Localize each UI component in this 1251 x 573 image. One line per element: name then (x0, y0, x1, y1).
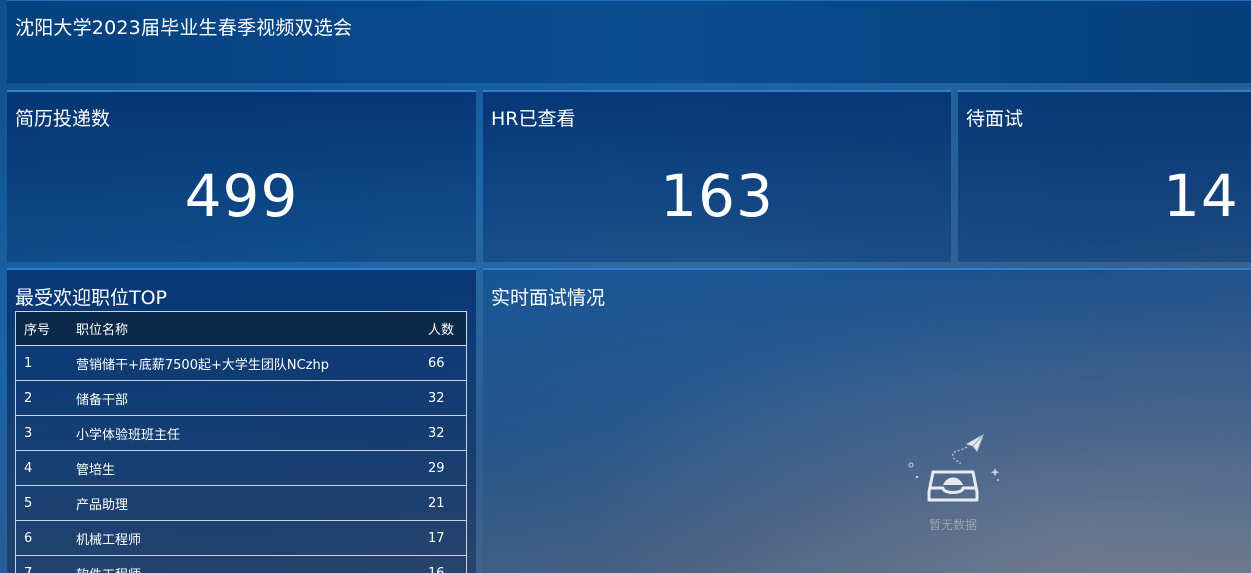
count-cell: 32 (420, 415, 467, 451)
empty-state: 暂无数据 (903, 430, 1003, 533)
stat-label: HR已查看 (491, 108, 576, 130)
column-header: 人数 (420, 311, 467, 346)
count-cell: 21 (420, 485, 467, 521)
count-cell: 16 (420, 555, 467, 573)
title-bar: 沈阳大学2023届毕业生春季视频双选会 (7, 0, 1251, 83)
table-row: 1 营销储干+底薪7500起+大学生团队NCzhp 66 (15, 345, 467, 381)
stat-card-resumes: 简历投递数 499 (7, 90, 476, 262)
stat-label: 待面试 (966, 108, 1024, 130)
count-cell: 17 (420, 520, 467, 556)
count-cell: 66 (420, 345, 467, 381)
stat-label: 简历投递数 (15, 108, 111, 130)
rank-cell: 7 (15, 555, 68, 573)
stat-value: 499 (184, 162, 299, 230)
rank-cell: 4 (15, 450, 68, 486)
stat-value: 163 (660, 162, 774, 230)
count-cell: 32 (420, 380, 467, 416)
rank-cell: 2 (15, 380, 68, 416)
live-interviews-panel: 实时面试情况 暂无数据 (483, 268, 1251, 573)
table-row: 3 小学体验班班主任 32 (15, 415, 467, 451)
job-name-cell: 小学体验班班主任 (68, 415, 420, 451)
column-header: 序号 (15, 311, 68, 346)
empty-inbox-icon (903, 433, 1003, 514)
stat-card-pending-interview: 待面试 14 (958, 90, 1251, 262)
empty-text: 暂无数据 (928, 518, 977, 532)
rank-cell: 6 (15, 520, 68, 556)
job-name-cell: 储备干部 (68, 380, 420, 416)
table-row: 2 储备干部 32 (15, 380, 467, 416)
section-title: 实时面试情况 (491, 287, 606, 309)
table-header-row: 序号 职位名称 人数 (15, 311, 467, 346)
count-cell: 29 (420, 450, 467, 486)
stat-value: 14 (1163, 162, 1239, 230)
table-row: 4 管培生 29 (15, 450, 467, 486)
job-name-cell: 营销储干+底薪7500起+大学生团队NCzhp (68, 345, 420, 381)
job-name-cell: 管培生 (68, 450, 420, 486)
popular-jobs-table: 序号 职位名称 人数 1 营销储干+底薪7500起+大学生团队NCzhp 66 … (15, 311, 467, 573)
rank-cell: 1 (15, 345, 68, 381)
job-name-cell: 机械工程师 (68, 520, 420, 556)
page-title: 沈阳大学2023届毕业生春季视频双选会 (15, 17, 353, 39)
popular-jobs-panel: 最受欢迎职位TOP 序号 职位名称 人数 1 营销储干+底薪7500起+大学生团… (7, 268, 476, 573)
section-title: 最受欢迎职位TOP (15, 287, 168, 309)
job-name-cell: 软件工程师 (68, 555, 420, 573)
job-name-cell: 产品助理 (68, 485, 420, 521)
table-row: 7 软件工程师 16 (15, 555, 467, 573)
rank-cell: 5 (15, 485, 68, 521)
stat-card-hr-viewed: HR已查看 163 (483, 90, 951, 262)
rank-cell: 3 (15, 415, 68, 451)
table-row: 6 机械工程师 17 (15, 520, 467, 556)
table-row: 5 产品助理 21 (15, 485, 467, 521)
column-header: 职位名称 (68, 311, 420, 346)
